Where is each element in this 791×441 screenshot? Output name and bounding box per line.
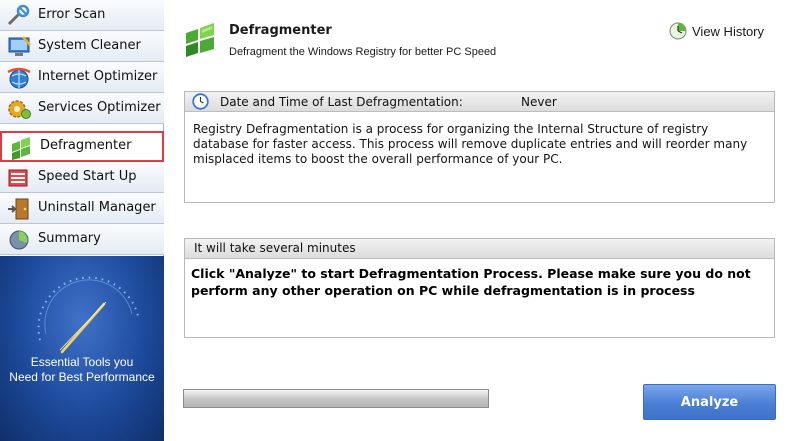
sidebar-item-uninstall-manager[interactable]: Uninstall Manager — [0, 193, 164, 224]
defrag-description: Registry Defragmentation is a process fo… — [193, 122, 748, 166]
page-subtitle: Defragment the Windows Registry for bett… — [229, 46, 497, 58]
view-history-link[interactable]: View History — [668, 20, 764, 42]
instructions-text: Click "Analyze" to start Defragmentation… — [191, 266, 751, 298]
sidebar-item-label: Speed Start Up — [38, 169, 137, 184]
speed-start-up-icon — [8, 169, 28, 187]
defragmenter-icon — [186, 23, 214, 57]
progress-bar — [183, 389, 489, 408]
sidebar-item-label: Internet Optimizer — [38, 69, 158, 84]
sidebar-item-system-cleaner[interactable]: System Cleaner — [0, 31, 164, 62]
sidebar: Error Scan System Cleaner Internet Optim… — [0, 0, 164, 441]
services-optimizer-icon — [8, 100, 31, 119]
promo-banner: Essential Tools you Need for Best Perfor… — [0, 256, 164, 441]
sidebar-item-label: Uninstall Manager — [38, 200, 156, 215]
last-defrag-value: Never — [521, 95, 557, 109]
history-icon — [669, 22, 687, 40]
instructions-panel: It will take several minutes Click "Anal… — [184, 238, 775, 338]
sidebar-item-label: Defragmenter — [40, 138, 132, 153]
sidebar-item-error-scan[interactable]: Error Scan — [0, 0, 164, 31]
sidebar-item-summary[interactable]: Summary — [0, 224, 164, 255]
sidebar-item-services-optimizer[interactable]: Services Optimizer — [0, 93, 164, 124]
sidebar-item-speed-start-up[interactable]: Speed Start Up — [0, 162, 164, 193]
internet-optimizer-icon — [7, 67, 31, 89]
sidebar-item-label: System Cleaner — [38, 38, 141, 53]
error-scan-icon — [7, 4, 30, 26]
speedometer-icon — [37, 276, 139, 354]
view-history-label: View History — [692, 23, 765, 39]
sidebar-item-defragmenter[interactable]: Defragmenter — [0, 131, 164, 162]
sidebar-item-internet-optimizer[interactable]: Internet Optimizer — [0, 62, 164, 93]
promo-line-1: Essential Tools you — [30, 355, 134, 369]
last-defragmentation-panel: Date and Time of Last Defragmentation: N… — [184, 91, 775, 203]
sidebar-item-label: Summary — [38, 231, 101, 246]
instructions-header: It will take several minutes — [194, 241, 356, 255]
sidebar-item-label: Services Optimizer — [38, 100, 161, 115]
last-defrag-label: Date and Time of Last Defragmentation: — [220, 95, 463, 109]
clock-icon — [192, 93, 209, 110]
panel-header: Date and Time of Last Defragmentation: N… — [185, 92, 774, 112]
summary-icon — [9, 230, 29, 250]
main-content: Defragmenter Defragment the Windows Regi… — [165, 0, 791, 441]
promo-line-2: Need for Best Performance — [9, 370, 155, 384]
page-title: Defragmenter — [229, 23, 332, 38]
defragmenter-icon — [12, 137, 30, 160]
sidebar-item-label: Error Scan — [38, 7, 106, 22]
uninstall-manager-icon — [8, 198, 29, 220]
system-cleaner-icon — [8, 36, 31, 56]
analyze-button[interactable]: Analyze — [643, 384, 776, 420]
panel-header: It will take several minutes — [185, 239, 774, 259]
